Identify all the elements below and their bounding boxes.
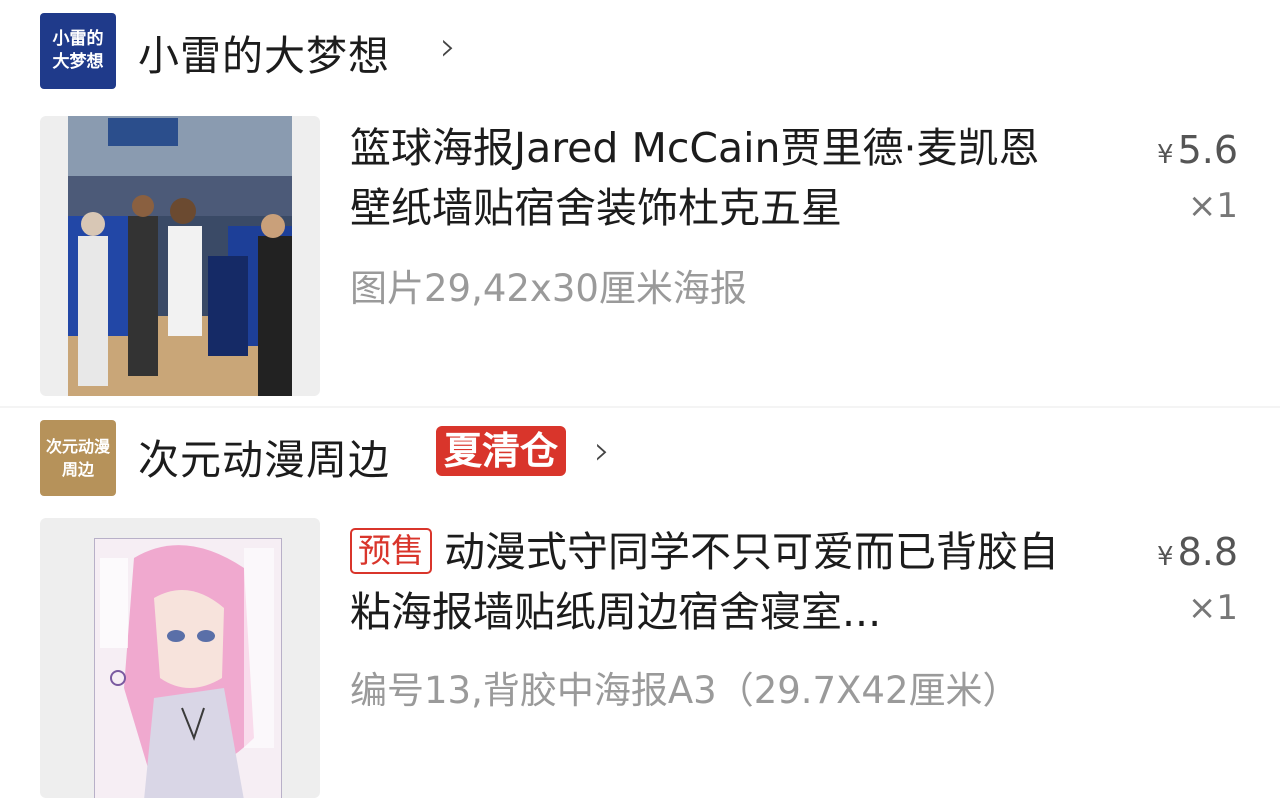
- shop-header-1[interactable]: 小雷的大梦想 小雷的大梦想 ›: [0, 0, 1280, 100]
- product-image[interactable]: [40, 116, 320, 396]
- cart-item[interactable]: 篮球海报Jared McCain贾里德·麦凯恩壁纸墙贴宿舍装饰杜克五星 图片29…: [0, 100, 1280, 406]
- product-quantity: ×1: [1187, 186, 1238, 226]
- currency-symbol: ¥: [1157, 542, 1174, 572]
- product-price: ¥5.6: [1157, 128, 1238, 172]
- product-quantity: ×1: [1187, 588, 1238, 628]
- product-price: ¥8.8: [1157, 530, 1238, 574]
- manga-cover-image: [94, 538, 282, 798]
- shop-logo[interactable]: 次元动漫周边: [40, 420, 116, 496]
- product-sku[interactable]: 编号13,背胶中海报A3（29.7X42厘米）: [350, 662, 1030, 720]
- shop-name[interactable]: 小雷的大梦想: [138, 22, 390, 82]
- price-value: 8.8: [1177, 530, 1238, 574]
- product-title[interactable]: 预售 动漫式守同学不只可爱而已背胶自粘海报墙贴纸周边宿舍寝室...: [350, 522, 1070, 642]
- presale-tag: 预售: [350, 528, 432, 574]
- basketball-photo-image: [68, 116, 292, 396]
- price-value: 5.6: [1177, 128, 1238, 172]
- shop-name[interactable]: 次元动漫周边: [138, 426, 390, 486]
- currency-symbol: ¥: [1157, 140, 1174, 170]
- promo-badge: 夏清仓: [436, 426, 567, 476]
- product-sku[interactable]: 图片29,42x30厘米海报: [350, 260, 1030, 318]
- product-title-text: 动漫式守同学不只可爱而已背胶自粘海报墙贴纸周边宿舍寝室...: [350, 528, 1059, 636]
- cart-item[interactable]: 预售 动漫式守同学不只可爱而已背胶自粘海报墙贴纸周边宿舍寝室... 编号13,背胶…: [0, 506, 1280, 802]
- product-image[interactable]: [40, 518, 320, 798]
- chevron-right-icon[interactable]: ›: [594, 428, 610, 474]
- shop-header-2[interactable]: 次元动漫周边 次元动漫周边 夏清仓 ›: [0, 408, 1280, 506]
- product-title[interactable]: 篮球海报Jared McCain贾里德·麦凯恩壁纸墙贴宿舍装饰杜克五星: [350, 118, 1070, 238]
- chevron-right-icon[interactable]: ›: [440, 24, 456, 70]
- shop-logo[interactable]: 小雷的大梦想: [40, 13, 116, 89]
